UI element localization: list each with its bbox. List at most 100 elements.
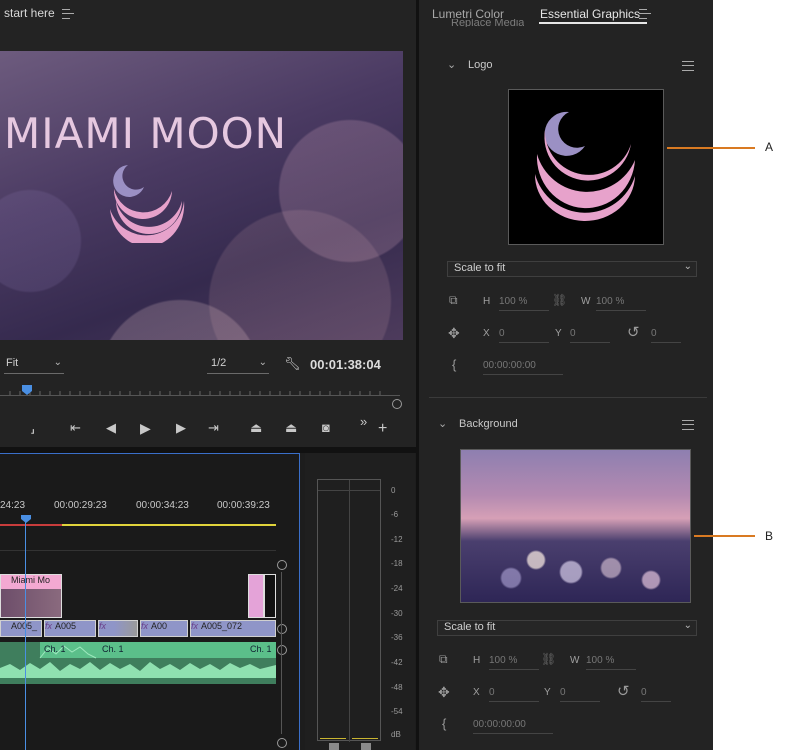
video-title: MIAMI MOON xyxy=(4,109,288,158)
background-w-field[interactable]: 100 % xyxy=(586,655,636,670)
meter-scale-label: -6 xyxy=(391,510,399,519)
logo-x-label: X xyxy=(483,328,490,339)
mini-playhead[interactable] xyxy=(21,384,33,396)
meter-scale-label: -24 xyxy=(391,584,403,593)
meter-scale-label: -18 xyxy=(391,559,403,568)
zoom-handle[interactable] xyxy=(392,399,402,409)
meter-scale-label: -36 xyxy=(391,633,403,642)
logo-x-field[interactable]: 0 xyxy=(499,328,549,343)
ruler-label: 00:00:34:23 xyxy=(136,500,189,511)
background-rotation-field[interactable]: 0 xyxy=(641,687,671,702)
unlink-icon[interactable]: ⛓︎ xyxy=(552,293,567,307)
panel-divider[interactable] xyxy=(0,447,416,453)
meter-scale-label: dB xyxy=(391,730,401,739)
background-w-label: W xyxy=(570,655,580,666)
meter-scale-label: 0 xyxy=(391,486,396,495)
tab-essential-graphics[interactable]: Essential Graphics xyxy=(540,7,640,21)
logo-scale-value: Scale to fit xyxy=(454,262,506,274)
background-scale-select[interactable]: Scale to fit ⌄ xyxy=(437,620,697,636)
step-back-icon[interactable]: ◀︎ xyxy=(106,420,116,436)
graphic-clip-end-2[interactable] xyxy=(264,574,276,618)
monitor-menu-icon[interactable] xyxy=(62,9,74,19)
background-preview[interactable] xyxy=(460,449,691,603)
background-h-field[interactable]: 100 % xyxy=(489,655,539,670)
meter-scale-label: -12 xyxy=(391,535,403,544)
cut-off-label: Replace Media xyxy=(451,19,525,27)
lift-icon[interactable]: ⏏︎ xyxy=(250,420,262,436)
logo-rotation-field[interactable]: 0 xyxy=(651,328,681,343)
track-divider xyxy=(0,550,276,551)
meter-scale-label: -30 xyxy=(391,609,403,618)
clip-label: A005_072 xyxy=(201,621,243,631)
logo-h-label: H xyxy=(483,296,491,307)
timeline-playhead-icon[interactable] xyxy=(20,514,32,524)
video-clip[interactable]: fx A005 xyxy=(44,620,96,637)
background-scale-value: Scale to fit xyxy=(444,621,496,633)
logo-scale-select[interactable]: Scale to fit ⌄ xyxy=(447,261,697,277)
background-x-label: X xyxy=(473,687,480,698)
add-button-icon[interactable]: + xyxy=(378,420,387,438)
go-to-out-icon[interactable]: ⇥ xyxy=(208,420,219,436)
meter-solo-button[interactable] xyxy=(329,743,339,750)
video-clip[interactable]: fx A00 xyxy=(140,620,188,637)
vertical-scroll-handle[interactable] xyxy=(277,645,287,655)
ruler-label: 00:00:29:23 xyxy=(54,500,107,511)
mark-in-icon[interactable]: ▏ xyxy=(0,420,8,436)
meter-scale-label: -42 xyxy=(391,658,403,667)
meter-solo-button[interactable] xyxy=(361,743,371,750)
logo-time-field[interactable]: 00:00:00:00 xyxy=(483,360,563,375)
fx-badge: fx xyxy=(191,621,199,631)
moon-logo-icon xyxy=(110,165,185,243)
step-forward-icon[interactable]: ▶︎ xyxy=(176,420,186,436)
graphic-clip-end[interactable] xyxy=(248,574,264,618)
vertical-scroll-handle[interactable] xyxy=(277,560,287,570)
background-y-field[interactable]: 0 xyxy=(560,687,600,702)
audio-waveform xyxy=(0,642,276,678)
video-clip[interactable]: fx A005_072 xyxy=(190,620,276,637)
meter-scale-label: -48 xyxy=(391,683,403,692)
video-clip[interactable]: A005_ xyxy=(0,620,42,637)
panel-menu-icon[interactable] xyxy=(639,9,651,19)
time-bracket-icon: { xyxy=(452,357,457,372)
meter-scale-label: -54 xyxy=(391,707,403,716)
background-time-field[interactable]: 00:00:00:00 xyxy=(473,719,553,734)
vertical-scroll-handle[interactable] xyxy=(277,624,287,634)
time-bracket-icon: { xyxy=(442,716,447,731)
logo-preview[interactable] xyxy=(508,89,664,245)
fx-badge: fx xyxy=(99,621,107,631)
mark-out-icon[interactable]: ⸥ xyxy=(30,420,35,436)
video-clip[interactable]: fx xyxy=(98,620,138,637)
chevron-down-icon[interactable]: ⌄ xyxy=(438,417,447,430)
scale-icon: ⧉ xyxy=(449,293,458,307)
fx-badge: fx xyxy=(45,621,53,631)
audio-track[interactable]: Ch. 1 Ch. 1 Ch. 1 xyxy=(0,642,276,684)
resolution-select[interactable]: 1/2 ⌄ xyxy=(207,357,269,374)
rotation-icon: ↺ xyxy=(627,324,640,341)
more-controls-icon[interactable]: » xyxy=(360,414,367,429)
unlink-icon[interactable]: ⛓︎ xyxy=(541,652,556,666)
background-section-title: Background xyxy=(459,418,518,430)
vertical-scroll-handle[interactable] xyxy=(277,738,287,748)
fit-select[interactable]: Fit ⌄ xyxy=(4,357,64,374)
scroll-track xyxy=(281,572,282,734)
graphic-clip[interactable]: Miami Mo xyxy=(0,574,62,618)
go-to-in-icon[interactable]: ⇤ xyxy=(70,420,81,436)
extract-icon[interactable]: ⏏︎ xyxy=(285,420,297,436)
essential-graphics-panel: Lumetri Color Essential Graphics Replace… xyxy=(419,0,713,750)
chevron-down-icon[interactable]: ⌄ xyxy=(447,58,456,71)
logo-w-field[interactable]: 100 % xyxy=(596,296,646,311)
resolution-select-value: 1/2 xyxy=(211,357,227,369)
logo-y-field[interactable]: 0 xyxy=(570,328,610,343)
logo-section-menu-icon[interactable] xyxy=(682,61,694,71)
wrench-icon[interactable]: 🔧︎ xyxy=(284,356,301,372)
playhead-timecode[interactable]: 00:01:38:04 xyxy=(310,357,381,372)
logo-h-field[interactable]: 100 % xyxy=(499,296,549,311)
play-icon[interactable]: ▶︎ xyxy=(140,420,151,437)
rotation-icon: ↺ xyxy=(617,683,630,700)
background-x-field[interactable]: 0 xyxy=(489,687,539,702)
active-tab-underline xyxy=(539,22,647,24)
timeline-panel: 24:23 00:00:29:23 00:00:34:23 00:00:39:2… xyxy=(0,453,300,750)
background-section-menu-icon[interactable] xyxy=(682,420,694,430)
monitor-tab-label[interactable]: start here xyxy=(4,6,55,20)
camera-icon[interactable]: ◙ xyxy=(322,420,330,435)
